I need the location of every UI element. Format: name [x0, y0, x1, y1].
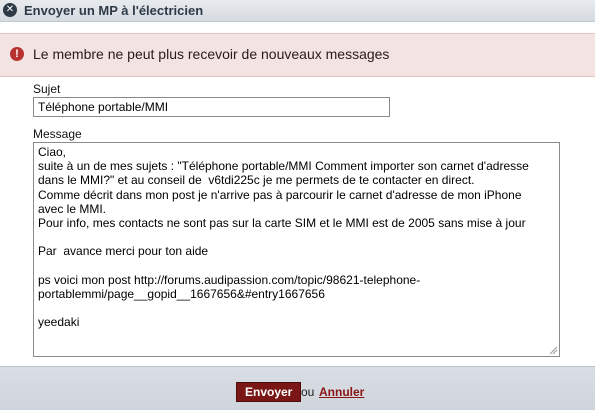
dialog-titlebar: ✕ Envoyer un MP à l'électricien	[0, 0, 595, 22]
error-message: Le membre ne peut plus recevoir de nouve…	[33, 46, 390, 62]
message-textarea[interactable]: Ciao, suite à un de mes sujets : "Télépho…	[33, 142, 560, 357]
send-button[interactable]: Envoyer	[236, 382, 302, 402]
message-line: Comme décrit dans mon post je n'arrive p…	[38, 187, 522, 202]
message-line: Par avance merci pour ton aide	[38, 244, 209, 259]
message-line: Pour info, mes contacts ne sont pas sur …	[38, 215, 526, 230]
message-line: yeedaki	[38, 315, 80, 330]
error-banner: ! Le membre ne peut plus recevoir de nou…	[0, 33, 595, 77]
message-content: Ciao, suite à un de mes sujets : "Télépho…	[38, 145, 550, 329]
message-line: Ciao,	[38, 145, 67, 159]
or-text: ou	[301, 385, 315, 399]
cancel-link[interactable]: Annuler	[319, 385, 364, 399]
message-line: ps voici mon post http://forums.audipass…	[38, 272, 421, 287]
resize-grip-icon[interactable]	[548, 345, 558, 355]
subject-label: Sujet	[33, 82, 61, 96]
exclamation-icon: !	[10, 47, 24, 61]
dialog-title: Envoyer un MP à l'électricien	[24, 3, 204, 18]
message-line: suite à un de mes sujets : "Téléphone po…	[38, 159, 529, 174]
message-label: Message	[33, 127, 82, 141]
message-line	[38, 301, 550, 315]
message-line	[38, 230, 550, 244]
message-line: avec le MMI.	[38, 201, 107, 216]
subject-input[interactable]	[33, 97, 390, 117]
message-line	[38, 259, 550, 273]
close-icon[interactable]: ✕	[3, 3, 17, 17]
message-line: portablemmi/page__gopid__1667656&#entry1…	[38, 286, 325, 301]
message-line: dans le MMI?" et au conseil de v6tdi225c…	[38, 173, 475, 188]
dialog-footer: Envoyer ou Annuler	[0, 366, 595, 410]
